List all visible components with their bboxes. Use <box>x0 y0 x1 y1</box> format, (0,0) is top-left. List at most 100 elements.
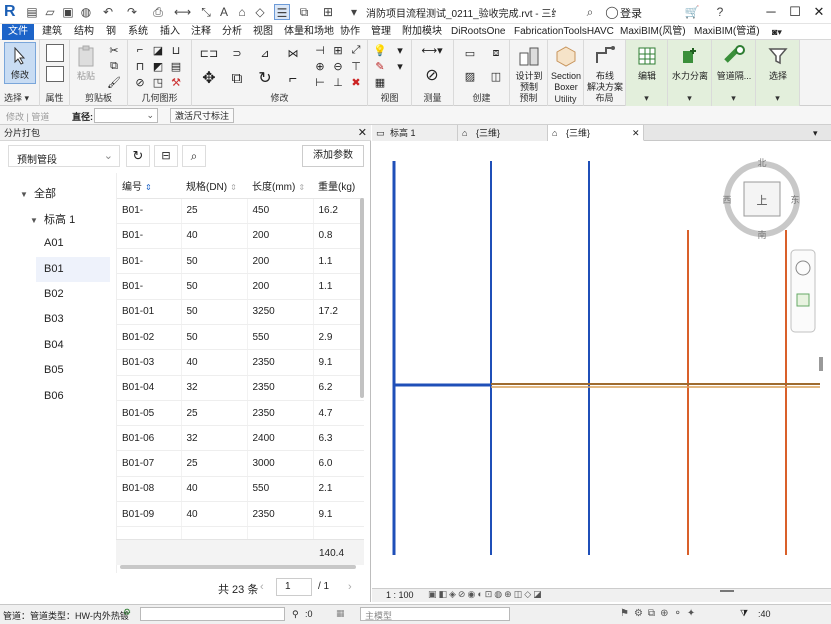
col-header-length[interactable]: 长度(mm) ⇕ <box>247 173 313 199</box>
zoom-region-icon[interactable] <box>796 293 810 307</box>
3d-view-icon[interactable]: ⌂ <box>234 4 250 20</box>
switch-window-icon[interactable]: ⊞ <box>320 4 336 20</box>
route-solution-button[interactable]: 布线 解决方案 <box>586 42 624 93</box>
selection-filter-icons[interactable]: ⚑⚙⧉⊕⚬✦ <box>620 608 700 619</box>
split-gap-icon[interactable]: ⊢ <box>312 74 328 90</box>
tab-systems[interactable]: 系统 <box>128 24 148 40</box>
close-hidden-icon[interactable]: ⧉ <box>296 4 312 20</box>
tab-manage[interactable]: 管理 <box>371 24 391 40</box>
tree-item-b03[interactable]: B03 <box>44 313 64 325</box>
viewcube-east-label[interactable]: 东 <box>790 194 799 205</box>
tab-insert[interactable]: 插入 <box>160 24 180 40</box>
print-icon[interactable]: ⎙ <box>150 4 166 20</box>
tab-structure[interactable]: 结构 <box>74 24 94 40</box>
tree-node-level[interactable]: ▼ 标高 1 <box>30 211 75 227</box>
properties-icon[interactable] <box>46 44 64 62</box>
viewcube-west-label[interactable]: 西 <box>722 195 731 205</box>
create-parts-icon[interactable]: ▭ <box>458 42 482 64</box>
copy-icon[interactable]: ⧉ <box>106 58 122 74</box>
trim-single-icon[interactable]: ⊤ <box>348 58 364 74</box>
revit-logo-icon[interactable]: R <box>4 3 20 21</box>
view-tabs-dropdown[interactable]: ▾ <box>813 125 818 141</box>
wall-join-icon[interactable]: ⊓ <box>132 58 148 74</box>
tree-item-b01[interactable]: B01 <box>36 257 110 282</box>
scale-icon[interactable]: ⤢ <box>348 42 364 58</box>
measure-icon[interactable]: ⟷ <box>174 4 191 20</box>
tree-item-b06[interactable]: B06 <box>44 390 64 402</box>
viewcube-north-label[interactable]: 北 <box>757 158 766 168</box>
refresh-button[interactable]: ↻ <box>126 145 150 167</box>
add-param-button[interactable]: 添加参数 <box>302 145 364 167</box>
create-group-icon[interactable]: ⧈ <box>484 42 508 64</box>
tree-node-all[interactable]: ▼ 全部 <box>20 185 56 201</box>
table-row[interactable]: B01-09 40 2350 9.1 <box>117 501 364 528</box>
filter-select[interactable]: 预制管段 ⌄ <box>8 145 120 167</box>
match-type-icon[interactable]: 🖌 <box>106 74 122 90</box>
paint-icon[interactable]: ▤ <box>168 58 184 74</box>
table-row[interactable]: B01-08 40 550 2.1 <box>117 476 364 503</box>
override-icon[interactable]: ▾ <box>392 42 408 58</box>
tab-maxibim-duct[interactable]: MaxiBIM(风管) <box>620 24 686 40</box>
thin-lines-icon[interactable]: ☰ <box>274 4 290 20</box>
table-vertical-scrollbar[interactable] <box>360 198 364 398</box>
table-row[interactable]: B01-01 50 3250 17.2 <box>117 299 364 325</box>
view-vertical-scrollbar[interactable] <box>819 357 823 371</box>
cut-icon[interactable]: ✂ <box>106 42 122 58</box>
col-header-weight[interactable]: 重量(kg) <box>313 173 364 199</box>
table-row[interactable]: B01-06 32 2400 6.3 <box>117 425 364 452</box>
edit-profile-icon[interactable]: ◳ <box>150 74 166 90</box>
pipe-insulation-dropdown[interactable]: ▾ <box>712 93 755 104</box>
sync-icon[interactable]: ◍ <box>78 4 94 20</box>
tab-maxibim-pipe[interactable]: MaxiBIM(管道) <box>694 24 760 40</box>
binoculars-icon[interactable]: ⌕ <box>580 4 600 20</box>
table-row[interactable]: B01-04 32 2350 6.2 <box>117 375 364 401</box>
ribbon-toggle-icon[interactable]: ◙▾ <box>772 24 782 40</box>
home-icon[interactable]: ▤ <box>24 4 40 20</box>
pin-icon[interactable]: ⊕ <box>312 58 328 74</box>
col-header-spec[interactable]: 规格(DN) ⇕ <box>181 173 247 199</box>
worksets-icon[interactable]: ⚙ <box>123 607 131 618</box>
maximize-button[interactable]: ☐ <box>784 2 806 22</box>
section-boxer-button[interactable]: Section Boxer <box>548 42 584 93</box>
join-icon[interactable]: ⊔ <box>168 42 184 58</box>
create-similar-icon[interactable]: ◫ <box>484 66 508 86</box>
table-row[interactable]: B01- 40 200 0.8 <box>117 223 364 250</box>
export-button[interactable]: ⊟ <box>154 145 178 167</box>
tab-analyze[interactable]: 分析 <box>222 24 242 40</box>
editable-only-icon[interactable]: ▦ <box>336 608 345 619</box>
override-graphics-icon[interactable]: ▦ <box>372 74 388 90</box>
delete-icon[interactable]: ✖ <box>348 74 364 90</box>
viewcube-top-label[interactable]: 上 <box>757 194 768 207</box>
viewcube[interactable]: 上 北 南 东 西 <box>722 158 800 240</box>
cope-icon[interactable]: ⌐ <box>132 42 148 58</box>
table-horizontal-scrollbar[interactable] <box>120 565 356 569</box>
select-dropdown[interactable]: 选择 ▾ <box>4 91 39 104</box>
tree-item-b02[interactable]: B02 <box>44 288 64 300</box>
modify-button[interactable]: 修改 <box>4 42 36 84</box>
tree-item-b04[interactable]: B04 <box>44 339 64 351</box>
design-option-select[interactable]: 主模型 <box>360 607 510 621</box>
select-filter-dropdown[interactable]: ▾ <box>756 93 799 104</box>
offset-icon[interactable]: ⊃ <box>226 43 248 63</box>
section-icon[interactable]: ◇ <box>252 4 268 20</box>
tree-item-b05[interactable]: B05 <box>44 364 64 376</box>
design-to-prefab-button[interactable]: 设计到 预制 <box>511 42 547 93</box>
demolish-icon[interactable]: ⊘ <box>132 74 148 90</box>
minimize-button[interactable]: ─ <box>760 2 782 22</box>
hide-bulb-icon[interactable]: 💡 <box>372 42 388 58</box>
next-page-icon[interactable]: › <box>348 581 352 593</box>
table-row[interactable]: B01-03 40 2350 9.1 <box>117 349 364 376</box>
trim-icon[interactable]: ⌐ <box>282 67 304 89</box>
search-button[interactable]: ⌕ <box>182 145 206 167</box>
redo-icon[interactable]: ↷ <box>124 4 140 20</box>
login-label[interactable]: 登录 <box>620 5 642 21</box>
text-icon[interactable]: A <box>216 4 232 20</box>
array-icon[interactable]: ⊞ <box>330 42 346 58</box>
pen-icon[interactable]: ✎ <box>372 58 388 74</box>
close-button[interactable]: ✕ <box>808 2 830 22</box>
tab-fabricationtools[interactable]: FabricationToolsHAVC <box>514 24 614 40</box>
linework-icon[interactable]: ▾ <box>392 58 408 74</box>
page-input[interactable]: 1 <box>276 578 312 596</box>
hammer-icon[interactable]: ⚒ <box>168 74 184 90</box>
hydraulic-split-button[interactable]: 水力分离 <box>668 42 712 82</box>
